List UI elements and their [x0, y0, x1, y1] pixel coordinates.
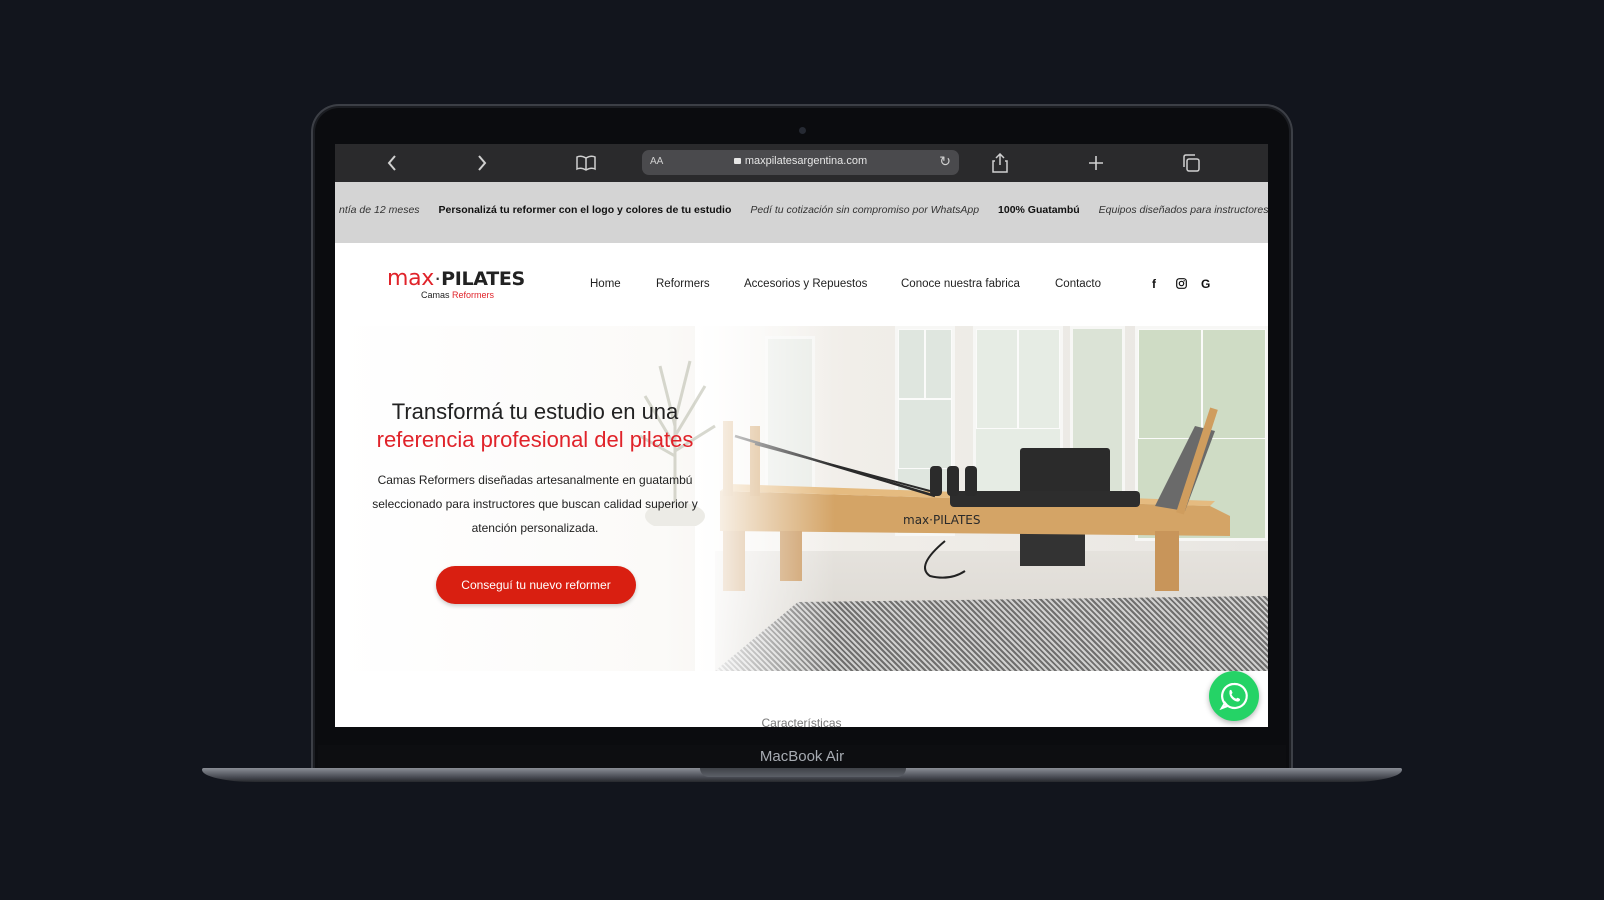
whatsapp-button[interactable] — [1209, 671, 1259, 721]
facebook-icon[interactable]: f — [1152, 277, 1156, 291]
announcement-item: 100% Guatambú — [998, 204, 1080, 216]
reload-icon[interactable]: ↻ — [939, 153, 951, 170]
nav-contacto[interactable]: Contacto — [1055, 278, 1101, 290]
url-text: maxpilatesargentina.com — [744, 155, 868, 167]
tabs-icon[interactable] — [1181, 152, 1201, 174]
address-bar[interactable]: AA maxpilatesargentina.com ↻ — [642, 150, 959, 175]
announcement-bar: ntía de 12 meses Personalizá tu reformer… — [335, 182, 1268, 243]
hero-title-line2: referencia profesional del pilates — [376, 427, 694, 452]
lock-icon — [733, 158, 741, 164]
hero-lead: Camas Reformers diseñadas artesanalmente… — [335, 468, 735, 540]
laptop-bottom-bezel: MacBook Air — [318, 745, 1286, 770]
hero-title-line1: Transformá tu estudio en una — [391, 399, 679, 424]
back-icon[interactable] — [385, 152, 399, 174]
whatsapp-icon — [1219, 682, 1248, 711]
nav-home[interactable]: Home — [590, 278, 621, 290]
laptop-model-label: MacBook Air — [759, 748, 845, 765]
hero-lead-line2: seleccionado para instructores que busca… — [372, 497, 698, 511]
nav-fabrica[interactable]: Conoce nuestra fabrica — [901, 278, 1020, 290]
instagram-icon[interactable] — [1176, 278, 1187, 292]
site-header: max·PILATES Camas Reformers Home Reforme… — [335, 243, 1268, 326]
announcement-item: Equipos diseñados para instructores — [1098, 204, 1268, 216]
logo-tagline-reformers: Reformers — [452, 290, 495, 300]
hero-lead-line3: atención personalizada. — [471, 521, 599, 535]
announcement-track: ntía de 12 meses Personalizá tu reformer… — [339, 204, 1268, 216]
laptop-notch — [700, 768, 906, 777]
nav-accesorios[interactable]: Accesorios y Repuestos — [744, 278, 867, 290]
cta-button[interactable]: Conseguí tu nuevo reformer — [436, 566, 636, 604]
logo-pilates: PILATES — [441, 268, 525, 290]
logo-tagline: Camas Reformers — [421, 290, 494, 300]
site-logo[interactable]: max·PILATES Camas Reformers — [387, 267, 537, 307]
logo-max: max — [387, 266, 435, 291]
hero-copy: Transformá tu estudio en una referencia … — [335, 398, 735, 540]
camera — [799, 127, 806, 134]
reformer-brand: max·PILATES — [903, 513, 981, 527]
next-section-title: Características — [761, 716, 842, 727]
announcement-item: Personalizá tu reformer con el logo y co… — [438, 204, 732, 216]
bookmarks-icon[interactable] — [575, 152, 597, 174]
hero-lead-line1: Camas Reformers diseñadas artesanalmente… — [377, 473, 693, 487]
announcement-item: Pedí tu cotización sin compromiso por Wh… — [750, 204, 980, 216]
logo-tagline-camas: Camas — [421, 290, 450, 300]
announcement-item: ntía de 12 meses — [339, 204, 420, 216]
share-icon[interactable] — [991, 152, 1009, 174]
forward-icon[interactable] — [475, 152, 489, 174]
browser-toolbar: AA maxpilatesargentina.com ↻ — [335, 144, 1268, 182]
nav-reformers[interactable]: Reformers — [656, 278, 710, 290]
google-icon[interactable]: G — [1201, 277, 1210, 291]
hero-section: max·PILATES Transformá tu estudio en una… — [335, 326, 1268, 671]
browser-screen: AA maxpilatesargentina.com ↻ ntía de 12 … — [335, 144, 1268, 727]
new-tab-icon[interactable] — [1087, 152, 1105, 174]
